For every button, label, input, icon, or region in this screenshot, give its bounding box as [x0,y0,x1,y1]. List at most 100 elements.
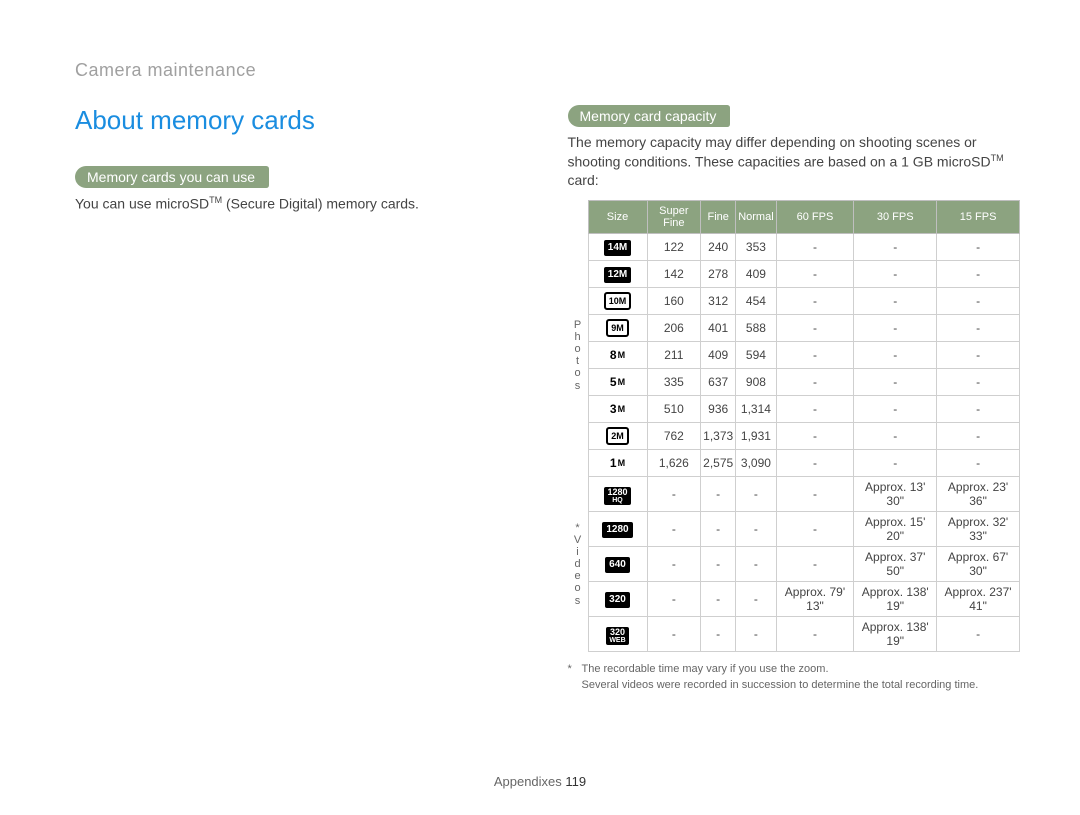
tm-icon: TM [991,153,1004,163]
size-icon: 1280 [602,522,632,538]
cell-fine: - [701,547,736,582]
footer-label: Appendixes [494,774,562,789]
right-body: The memory capacity may differ depending… [568,133,1021,190]
table-row: 640----Approx. 37' 50"Approx. 67' 30" [568,547,1020,582]
cell-15fps: - [937,288,1020,315]
cell-60fps: - [776,288,854,315]
cell-60fps: - [776,234,854,261]
cell-fine: 2,575 [701,450,736,477]
cell-fine: - [701,477,736,512]
size-icon: 1280HQ [604,487,630,505]
cell-normal: 3,090 [736,450,776,477]
cell-normal: - [736,547,776,582]
cell-normal: 409 [736,261,776,288]
cell-fine: 312 [701,288,736,315]
size-icon: 14M [604,240,631,256]
right-body-text1: The memory capacity may differ depending… [568,134,991,170]
cell-size: 320WEB [588,617,647,652]
page-footer: Appendixes 119 [0,774,1080,789]
cell-size: 1280HQ [588,477,647,512]
cell-size: 2M [588,423,647,450]
cell-fine: - [701,512,736,547]
cell-superfine: 1,626 [647,450,701,477]
cell-superfine: 335 [647,369,701,396]
cell-size: 8M [588,342,647,369]
table-header-row: Size Super Fine Fine Normal 60 FPS 30 FP… [568,201,1020,234]
cell-60fps: - [776,512,854,547]
cell-size: 640 [588,547,647,582]
th-size: Size [588,201,647,234]
note-bullet-1: * [568,662,576,677]
table-row: 320WEB----Approx. 138' 19"- [568,617,1020,652]
cell-30fps: Approx. 138' 19" [854,582,937,617]
cell-normal: 353 [736,234,776,261]
cell-size: 1280 [588,512,647,547]
cell-size: 10M [588,288,647,315]
cell-size: 1M [588,450,647,477]
cell-60fps: - [776,477,854,512]
cell-superfine: - [647,617,701,652]
capacity-table: Size Super Fine Fine Normal 60 FPS 30 FP… [568,200,1021,652]
th-fine: Fine [701,201,736,234]
note-2: Several videos were recorded in successi… [582,678,979,693]
right-column: Memory card capacity The memory capacity… [568,105,1021,693]
cell-size: 9M [588,315,647,342]
left-body-text1: You can use microSD [75,196,209,212]
size-icon: 10M [604,292,632,310]
cell-15fps: Approx. 67' 30" [937,547,1020,582]
size-icon: 1M [610,456,625,470]
cell-superfine: 206 [647,315,701,342]
table-row: 1M1,6262,5753,090--- [568,450,1020,477]
cell-30fps: - [854,315,937,342]
row-group-videos: *Videos [568,477,589,652]
table-row: 10M160312454--- [568,288,1020,315]
cell-30fps: - [854,288,937,315]
cell-30fps: - [854,342,937,369]
cell-60fps: - [776,315,854,342]
size-icon: 640 [605,557,630,573]
table-row: 9M206401588--- [568,315,1020,342]
table-row: Photos14M122240353--- [568,234,1020,261]
cell-30fps: Approx. 37' 50" [854,547,937,582]
cell-60fps: - [776,547,854,582]
pill-card-capacity: Memory card capacity [568,105,731,127]
cell-normal: - [736,477,776,512]
note-1: The recordable time may vary if you use … [582,662,829,677]
size-icon: 3M [610,402,625,416]
cell-30fps: - [854,234,937,261]
cell-15fps: Approx. 237' 41" [937,582,1020,617]
cell-size: 5M [588,369,647,396]
cell-60fps: - [776,342,854,369]
cell-15fps: Approx. 23' 36" [937,477,1020,512]
cell-30fps: Approx. 15' 20" [854,512,937,547]
size-icon: 320WEB [606,627,628,645]
cell-15fps: - [937,423,1020,450]
cell-superfine: 510 [647,396,701,423]
left-body-text2: (Secure Digital) memory cards. [222,196,419,212]
table-row: 3M5109361,314--- [568,396,1020,423]
cell-size: 320 [588,582,647,617]
cell-30fps: Approx. 13' 30" [854,477,937,512]
cell-fine: 637 [701,369,736,396]
cell-superfine: - [647,547,701,582]
cell-60fps: - [776,450,854,477]
table-notes: * The recordable time may vary if you use… [568,662,1021,693]
cell-superfine: 160 [647,288,701,315]
page: Camera maintenance About memory cards Me… [0,0,1080,815]
cell-30fps: - [854,396,937,423]
content-columns: About memory cards Memory cards you can … [75,105,1020,693]
cell-15fps: - [937,617,1020,652]
cell-normal: 594 [736,342,776,369]
th-normal: Normal [736,201,776,234]
footer-page: 119 [565,774,586,789]
cell-15fps: - [937,315,1020,342]
cell-fine: - [701,582,736,617]
cell-superfine: 142 [647,261,701,288]
cell-15fps: Approx. 32' 33" [937,512,1020,547]
cell-30fps: - [854,369,937,396]
cell-normal: - [736,512,776,547]
cell-30fps: - [854,450,937,477]
cell-fine: 401 [701,315,736,342]
cell-fine: 278 [701,261,736,288]
cell-superfine: 211 [647,342,701,369]
